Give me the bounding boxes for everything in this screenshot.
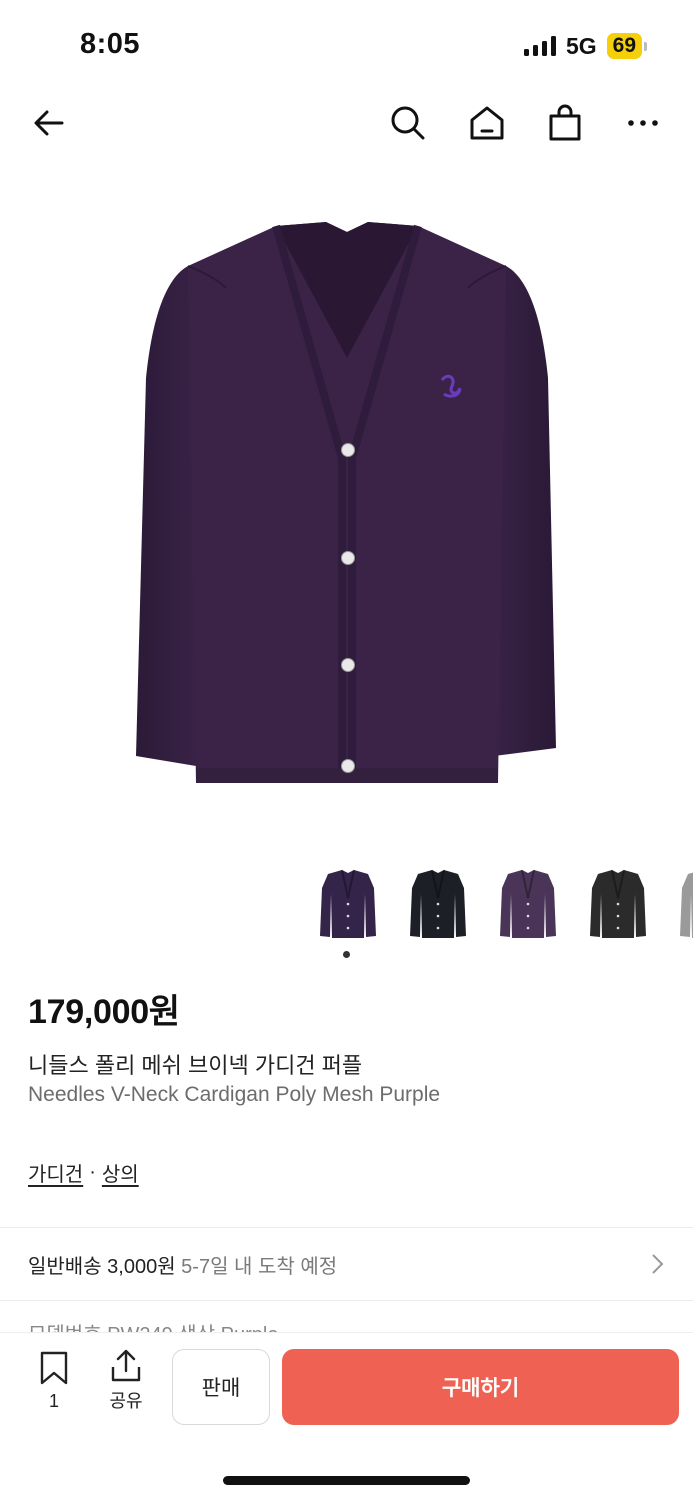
bookmark-icon <box>40 1351 68 1385</box>
search-icon[interactable] <box>383 98 433 148</box>
bottom-action-bar: 1 공유 판매 구매하기 <box>0 1332 693 1500</box>
signal-icon <box>523 36 556 56</box>
product-name-ko: 니들스 폴리 메쉬 브이넥 가디건 퍼플 <box>28 1053 363 1078</box>
home-indicator <box>223 1476 470 1485</box>
shopping-bag-icon[interactable] <box>540 98 590 148</box>
product-image[interactable] <box>126 208 568 802</box>
category-link-top[interactable]: 상의 <box>102 1158 139 1187</box>
thumbnail-purple[interactable] <box>310 862 386 946</box>
top-nav <box>0 92 693 154</box>
product-price: 179,000원 <box>28 993 180 1031</box>
share-label: 공유 <box>109 1391 143 1411</box>
thumbnail-navy[interactable] <box>400 862 476 946</box>
active-thumbnail-indicator <box>343 951 350 958</box>
battery-level: 69 <box>606 33 642 59</box>
battery-icon: 69 <box>606 33 647 59</box>
status-indicators: 5G 69 <box>523 32 647 60</box>
category-link-cardigan[interactable]: 가디건 <box>28 1158 83 1187</box>
divider <box>0 1227 693 1228</box>
category-separator: · <box>89 1161 96 1183</box>
home-icon[interactable] <box>462 98 512 148</box>
product-spec-row[interactable]: 모델번호 PW249 색상 Purple <box>28 1318 668 1332</box>
thumbnail-grey[interactable] <box>670 862 693 946</box>
network-type: 5G <box>565 32 597 59</box>
product-spec-text: 모델번호 PW249 색상 Purple <box>28 1324 278 1332</box>
thumbnail-strip <box>310 862 693 948</box>
share-icon <box>111 1349 141 1382</box>
bookmark-count: 1 <box>48 1391 59 1411</box>
chevron-right-icon <box>649 1252 665 1281</box>
shipping-eta: 5-7일 내 도착 예정 <box>181 1256 338 1278</box>
divider <box>0 1300 693 1301</box>
more-icon[interactable] <box>618 98 668 148</box>
thumbnail-black[interactable] <box>580 862 656 946</box>
back-arrow-icon[interactable] <box>24 98 74 148</box>
status-bar: 8:05 5G 69 <box>0 0 693 80</box>
category-breadcrumb: 가디건 · 상의 <box>28 1158 139 1187</box>
bookmark-button[interactable]: 1 <box>36 1351 72 1412</box>
thumbnail-purple-sheer[interactable] <box>490 862 566 946</box>
shipping-label: 일반배송 3,000원 <box>28 1256 176 1278</box>
status-time: 8:05 <box>80 28 141 60</box>
product-name-en: Needles V-Neck Cardigan Poly Mesh Purple <box>28 1083 441 1106</box>
buy-button[interactable]: 구매하기 <box>282 1349 679 1425</box>
sell-button[interactable]: 판매 <box>172 1349 270 1425</box>
share-button[interactable]: 공유 <box>104 1349 148 1413</box>
